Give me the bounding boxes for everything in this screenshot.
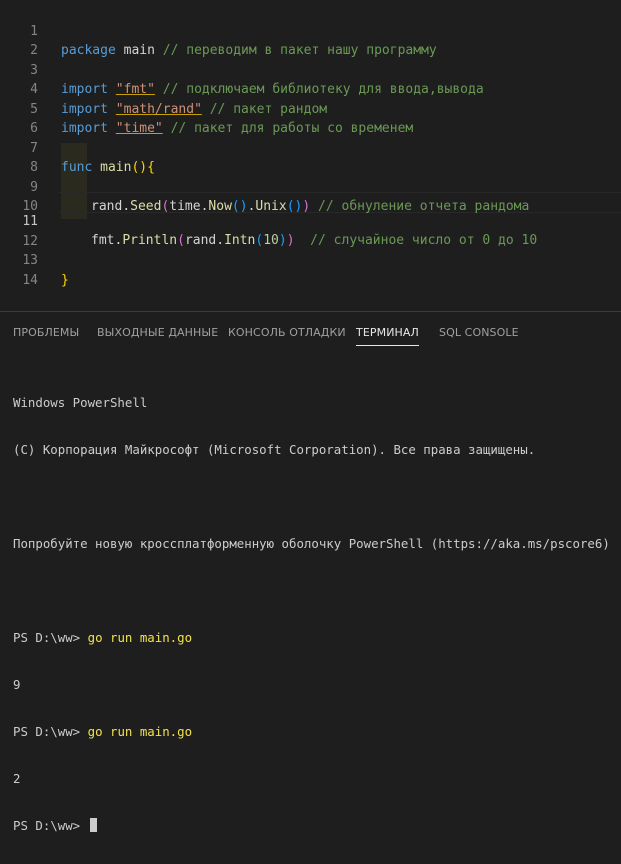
code-line[interactable]: 4 import "math/rand" // пакет рандом xyxy=(0,61,621,117)
code-line-current[interactable]: 11 fmt.Println(rand.Intn(10)) // случайн… xyxy=(0,192,621,249)
code-editor[interactable]: 1 package main // переводим в пакет нашу… xyxy=(0,0,621,310)
command: go run main.go xyxy=(87,630,193,645)
code-line[interactable]: 3 import "fmt" // подключаем библиотеку … xyxy=(0,41,621,98)
code-line[interactable]: 2 xyxy=(0,22,621,58)
terminal-prompt-line: PS D:\ww> go run main.go xyxy=(13,629,613,646)
prompt: PS D:\ww> xyxy=(13,724,88,739)
tab-output[interactable]: ВЫХОДНЫЕ ДАННЫЕ xyxy=(97,326,218,339)
code-line[interactable]: 5 import "time" // пакет для работы со в… xyxy=(0,80,621,137)
code-line[interactable]: 7 func main(){ xyxy=(0,119,621,176)
tab-problems[interactable]: ПРОБЛЕМЫ xyxy=(13,326,79,339)
code-line[interactable]: 6 xyxy=(0,100,621,136)
line-content: } xyxy=(61,271,69,291)
code-line[interactable]: 14 xyxy=(0,251,621,288)
code-line[interactable]: 12 xyxy=(0,212,621,249)
terminal-line: Попробуйте новую кроссплатформенную обол… xyxy=(13,536,610,551)
terminal-cursor xyxy=(89,818,97,832)
terminal-line: (C) Корпорация Майкрософт (Microsoft Cor… xyxy=(13,442,536,457)
terminal[interactable]: Windows PowerShell (C) Корпорация Майкро… xyxy=(13,364,613,864)
terminal-prompt-line: PS D:\ww> go run main.go xyxy=(13,723,613,740)
tab-debug-console[interactable]: КОНСОЛЬ ОТЛАДКИ xyxy=(228,326,346,339)
terminal-output: 9 xyxy=(13,677,21,692)
line-number: 14 xyxy=(22,272,38,288)
panel-tabs: ПРОБЛЕМЫ ВЫХОДНЫЕ ДАННЫЕ КОНСОЛЬ ОТЛАДКИ… xyxy=(0,312,621,352)
bottom-panel: ПРОБЛЕМЫ ВЫХОДНЫЕ ДАННЫЕ КОНСОЛЬ ОТЛАДКИ… xyxy=(0,311,621,833)
prompt: PS D:\ww> xyxy=(13,818,88,833)
code-line[interactable]: 1 package main // переводим в пакет нашу… xyxy=(0,2,621,59)
terminal-line: Windows PowerShell xyxy=(13,395,148,410)
tab-terminal[interactable]: ТЕРМИНАЛ xyxy=(356,326,419,346)
tab-sql-console[interactable]: SQL CONSOLE xyxy=(439,326,519,339)
terminal-prompt-line[interactable]: PS D:\ww> xyxy=(13,817,613,834)
bracket: } xyxy=(61,272,69,288)
terminal-output: 2 xyxy=(13,771,21,786)
prompt: PS D:\ww> xyxy=(13,630,88,645)
code-line[interactable]: 9 rand.Seed(time.Now().Unix()) // обнуле… xyxy=(0,158,621,215)
command: go run main.go xyxy=(87,724,193,739)
code-line[interactable]: 8 xyxy=(0,139,621,175)
code-line[interactable]: 13 } xyxy=(0,232,621,288)
